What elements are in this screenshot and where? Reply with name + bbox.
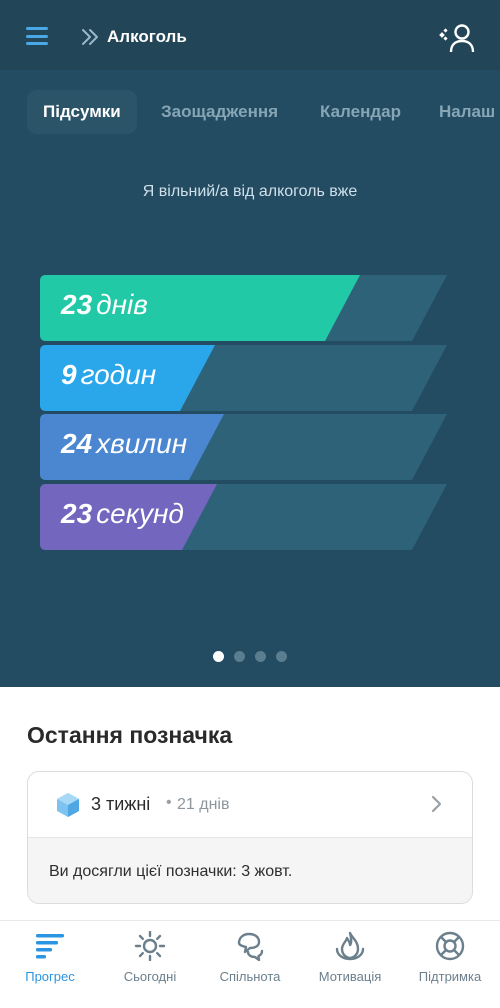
last-badge-heading: Остання позначка bbox=[27, 722, 233, 748]
nav-today-label: Сьогодні bbox=[123, 969, 177, 984]
double-chevron-icon bbox=[82, 29, 98, 45]
page-title: Алкоголь bbox=[107, 27, 187, 46]
lifebuoy-icon bbox=[435, 931, 465, 961]
nav-motivation-label: Мотивація bbox=[318, 969, 382, 984]
profile-icon[interactable] bbox=[436, 22, 476, 54]
badge-days: 21 днів bbox=[177, 796, 230, 813]
nav-support-label: Підтримка bbox=[418, 969, 482, 984]
days-text: 23 днів bbox=[61, 289, 148, 321]
badge-separator: • bbox=[166, 794, 172, 811]
page-dot[interactable] bbox=[255, 651, 266, 662]
page-indicator[interactable] bbox=[0, 649, 500, 667]
minutes-bar: 24 хвилин bbox=[40, 414, 448, 480]
nav-motivation[interactable]: Мотивація bbox=[300, 921, 400, 1008]
free-since-label: Я вільний/а від алкоголь вже bbox=[142, 183, 358, 200]
tab-bar: Підсумки Заощадження Календар Налаш bbox=[0, 90, 500, 134]
seconds-unit: секунд bbox=[96, 498, 184, 529]
badge-name: 3 тижні bbox=[91, 794, 151, 814]
page-dot[interactable] bbox=[276, 651, 287, 662]
last-badge-card[interactable]: 3 тижні • 21 днів Ви досягли цієї познач… bbox=[27, 771, 473, 904]
days-bar: 23 днів bbox=[40, 275, 448, 341]
hours-value: 9 bbox=[61, 359, 77, 390]
nav-support[interactable]: Підтримка bbox=[400, 921, 500, 1008]
hours-text: 9 годин bbox=[61, 359, 156, 391]
progress-icon bbox=[36, 934, 64, 959]
page-dot[interactable] bbox=[234, 651, 245, 662]
seconds-text: 23 секунд bbox=[61, 498, 184, 530]
hours-unit: годин bbox=[80, 359, 157, 390]
nav-progress-label: Прогрес bbox=[25, 969, 75, 984]
summary-panel: Алкоголь Підсумки Заощадження Календар Н… bbox=[0, 0, 500, 687]
tab-savings[interactable]: Заощадження bbox=[161, 90, 278, 134]
nav-progress[interactable]: Прогрес bbox=[0, 921, 100, 1008]
badge-achieved-text: Ви досягли цієї позначки: 3 жовт. bbox=[49, 863, 293, 880]
tab-calendar[interactable]: Календар bbox=[320, 90, 401, 134]
hamburger-menu-icon[interactable] bbox=[26, 27, 48, 45]
minutes-text: 24 хвилин bbox=[61, 428, 187, 460]
minutes-value: 24 bbox=[61, 428, 93, 459]
nav-community[interactable]: Спільнота bbox=[200, 921, 300, 1008]
motivation-icon bbox=[335, 931, 365, 961]
bottom-navigation: Прогрес Сьогодні Спільнота Мотивація Під… bbox=[0, 920, 500, 1008]
badge-footer: Ви досягли цієї позначки: 3 жовт. bbox=[28, 837, 472, 903]
community-icon bbox=[237, 932, 264, 961]
hours-bar: 9 годин bbox=[40, 345, 448, 411]
badge-row[interactable]: 3 тижні • 21 днів bbox=[28, 772, 472, 837]
chevron-right-icon[interactable] bbox=[430, 794, 444, 814]
nav-today[interactable]: Сьогодні bbox=[100, 921, 200, 1008]
seconds-bar: 23 секунд bbox=[40, 484, 448, 550]
nav-community-label: Спільнота bbox=[219, 969, 281, 984]
minutes-unit: хвилин bbox=[96, 428, 188, 459]
seconds-value: 23 bbox=[61, 498, 93, 529]
tab-settings[interactable]: Налаш bbox=[439, 90, 495, 134]
page-dot[interactable] bbox=[213, 651, 224, 662]
app-header: Алкоголь bbox=[0, 0, 500, 70]
days-unit: днів bbox=[96, 289, 148, 320]
sun-icon bbox=[134, 931, 166, 961]
days-value: 23 bbox=[61, 289, 93, 320]
tab-summary[interactable]: Підсумки bbox=[27, 90, 137, 134]
hexagon-badge-icon bbox=[57, 793, 79, 817]
